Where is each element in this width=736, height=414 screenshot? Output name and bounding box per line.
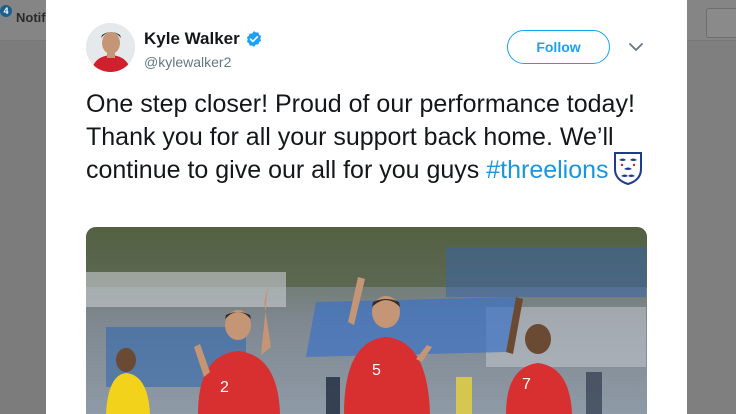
notification-count-badge: 4 [0,4,12,17]
background-left-panel [0,41,46,414]
tweet-text: One step closer! Proud of our performanc… [86,88,646,187]
verified-badge-icon [246,31,261,47]
shirt-number-2: 2 [220,379,229,396]
display-name[interactable]: Kyle Walker [144,29,240,49]
background-search-box [706,8,736,38]
author-handle[interactable]: @kylewalker2 [144,54,231,70]
chevron-down-icon[interactable] [627,40,645,54]
tweet-modal: Kyle Walker @kylewalker2 Follow One step… [46,0,687,414]
england-crest-emoji [613,152,642,186]
shirt-number-5: 5 [372,362,381,379]
author-name-row: Kyle Walker [144,29,263,49]
background-notifications-tab: 4 Notifi [0,4,50,25]
tweet-photo[interactable]: 2 5 7 [86,227,647,414]
shirt-number-7: 7 [522,376,531,393]
follow-button[interactable]: Follow [507,30,610,64]
avatar[interactable] [86,23,135,72]
notifications-label: Notifi [16,10,50,25]
bell-icon: 4 [0,4,14,25]
hashtag-link[interactable]: #threelions [486,156,608,184]
